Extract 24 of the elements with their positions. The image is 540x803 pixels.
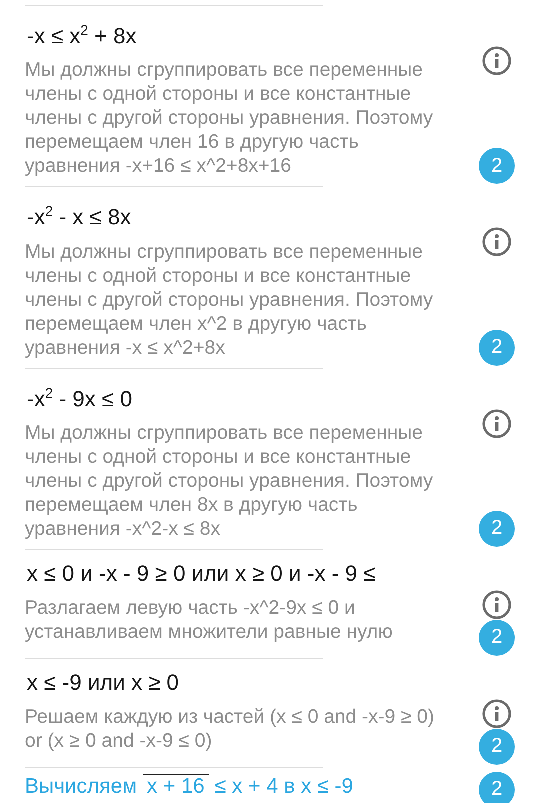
count-badge[interactable]: 2 bbox=[479, 510, 515, 547]
equation: -x$^{2}$ - x ≤ 8x bbox=[27, 202, 132, 232]
info-icon[interactable] bbox=[482, 590, 512, 620]
square-root: x + 16 bbox=[143, 774, 209, 800]
explanation-text: Мы должны сгруппировать все переменные члены с одной стороны и все константные члены с другой стороны уравнения. Поэтому перемещаем член 8x в другую часть уравнения -x^2-x ≤ 8x bbox=[25, 420, 434, 541]
step-link[interactable]: Вычисляем bbox=[25, 774, 138, 799]
count-badge[interactable]: 2 bbox=[479, 330, 515, 366]
count-badge[interactable]: 2 bbox=[479, 620, 515, 656]
equation: -x$^{2}$ - 9x ≤ 0 bbox=[27, 384, 132, 413]
count-badge[interactable]: 2 bbox=[479, 148, 515, 184]
info-icon[interactable] bbox=[482, 698, 512, 729]
info-icon[interactable] bbox=[482, 227, 512, 258]
explanation-text: Решаем каждую из частей (x ≤ 0 and -x-9 ≥ 0) or (x ≥ 0 and -x-9 ≤ 0) bbox=[25, 704, 436, 753]
explanation-text: Мы должны сгруппировать все переменные члены с одной стороны и все константные члены с другой стороны уравнения. Поэтому перемещаем член 16 в другую часть уравнения -x+16 ≤ x^2+8x+16 bbox=[25, 58, 434, 178]
count-badge[interactable]: 2 bbox=[479, 728, 515, 765]
equation: x ≤ -9 или x ≥ 0 bbox=[27, 668, 180, 697]
explanation-text: Разлагаем левую часть -x^2-9x ≤ 0 и устанавливаем множители равные нулю bbox=[25, 596, 394, 644]
info-icon[interactable] bbox=[482, 408, 512, 439]
inequality-text: ≤ x + 4 в x ≤ -9 bbox=[214, 774, 354, 799]
equation: x ≤ 0 и -x - 9 ≥ 0 или x ≥ 0 и -x - 9 ≤ bbox=[27, 560, 376, 588]
equation: -x ≤ x$^{2}$ + 8x bbox=[27, 21, 137, 50]
count-badge[interactable]: 2 bbox=[479, 772, 515, 803]
explanation-text: Мы должны сгруппировать все переменные члены с одной стороны и все константные члены с другой стороны уравнения. Поэтому перемещаем член x^2 в другую часть уравнения -x ≤ x^2+8x bbox=[25, 240, 434, 360]
info-icon[interactable] bbox=[482, 46, 512, 76]
